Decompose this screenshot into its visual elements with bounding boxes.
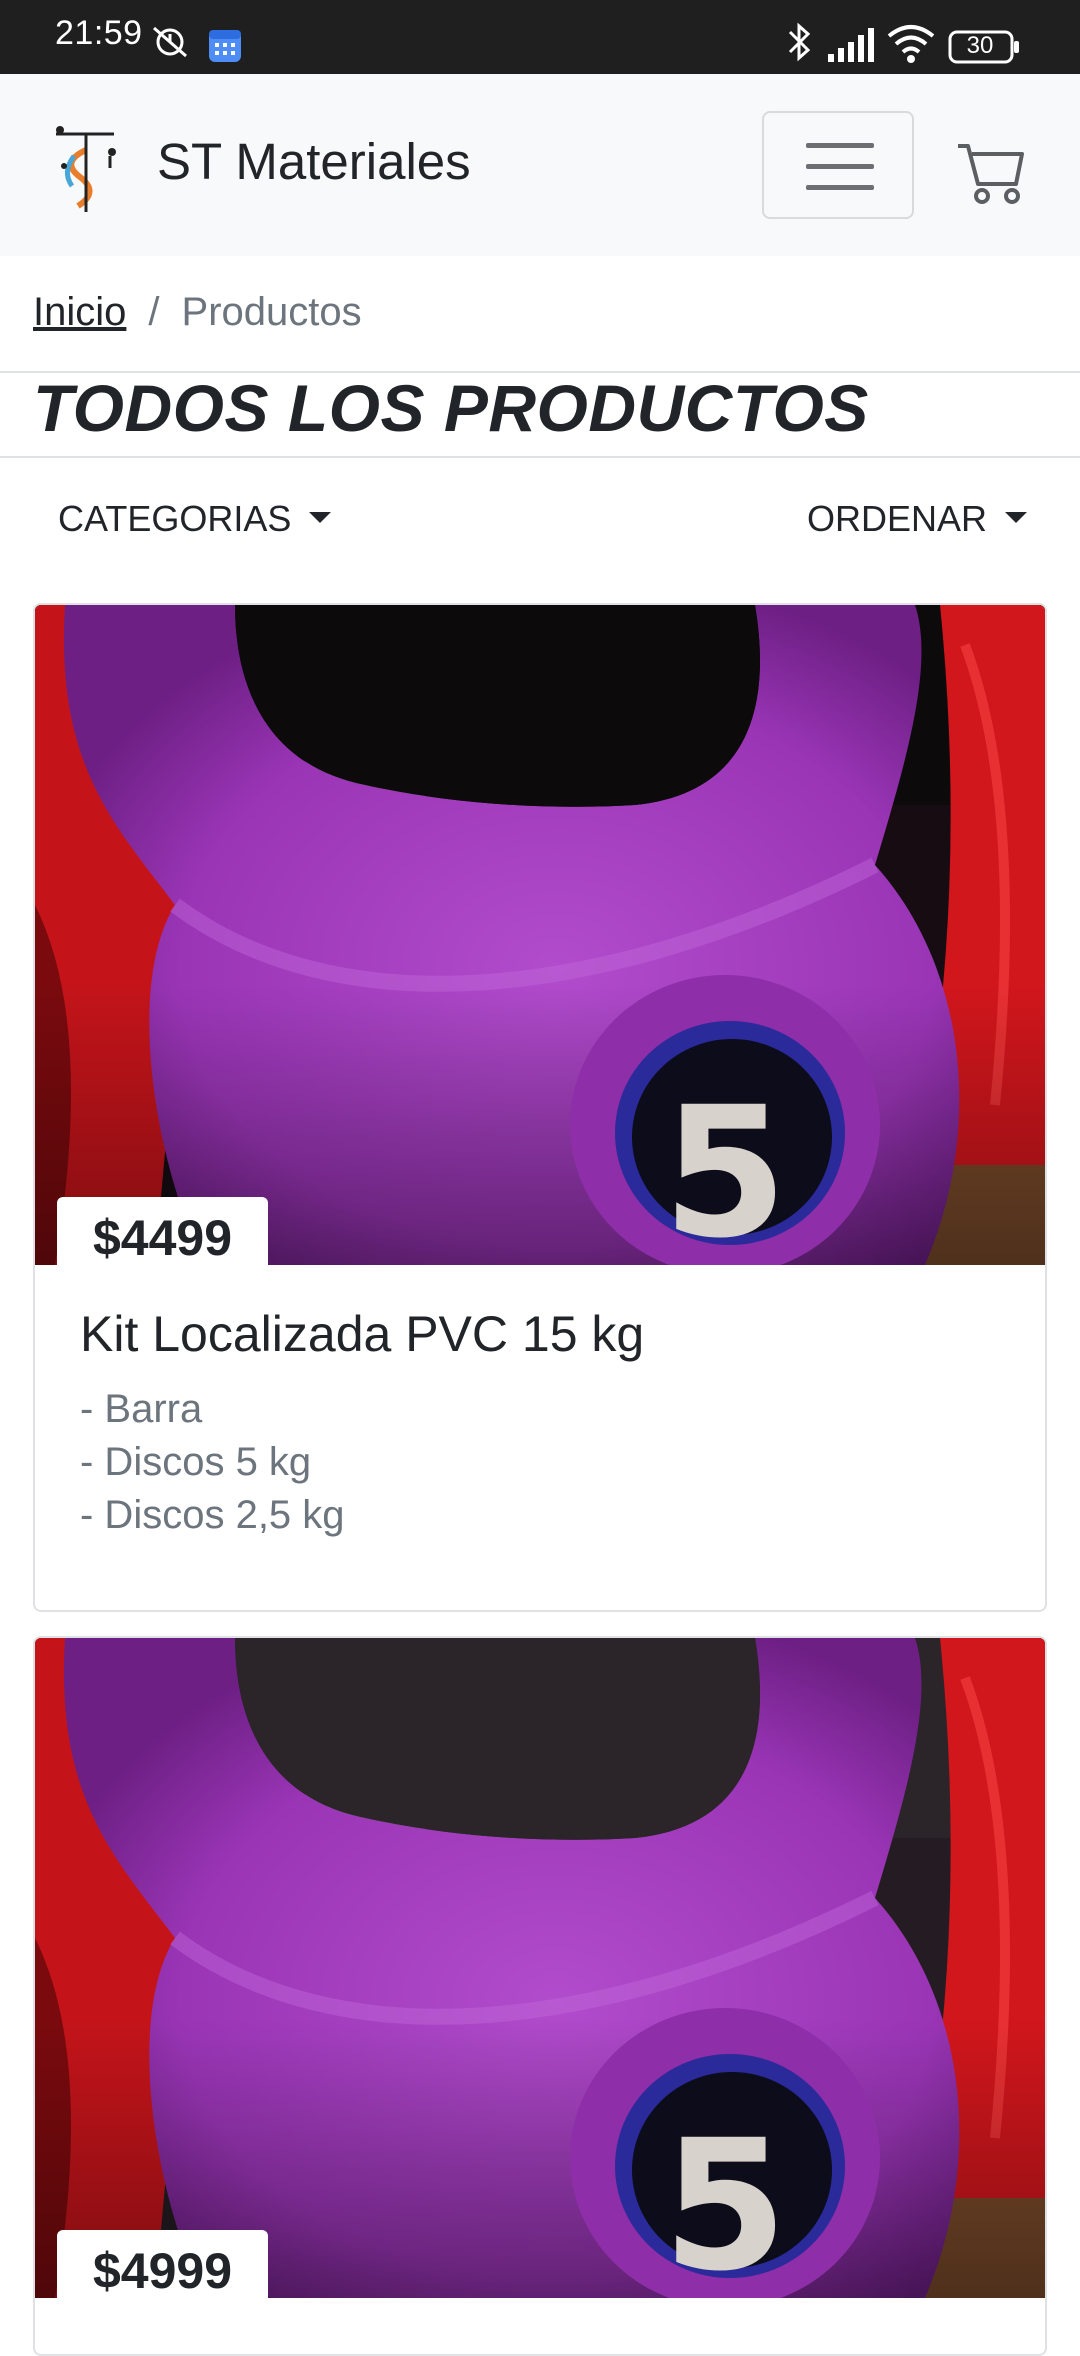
product-description: - Barra - Discos 5 kg - Discos 2,5 kg	[80, 1383, 345, 1542]
calendar-icon	[209, 30, 241, 62]
hamburger-menu-icon-bar	[806, 164, 874, 169]
signal-icon	[828, 28, 874, 62]
menu-toggle-button[interactable]	[762, 111, 914, 219]
categories-label: CATEGORIAS	[58, 498, 292, 539]
product-price: $4999	[57, 2230, 269, 2300]
status-bar: 21:59 30	[0, 0, 1080, 74]
hamburger-menu-icon-bar	[806, 185, 874, 190]
product-detail: - Barra	[80, 1387, 203, 1431]
product-price: $4499	[57, 1197, 269, 1267]
product-detail: - Discos 5 kg	[80, 1440, 312, 1484]
svg-text:5: 5	[662, 1069, 787, 1265]
sort-dropdown[interactable]: ORDENAR	[807, 498, 1028, 540]
alarm-off-icon	[153, 26, 187, 58]
st-materiales-logo[interactable]	[50, 122, 120, 212]
product-card[interactable]: 5 $4999	[33, 1636, 1047, 2356]
svg-text:5: 5	[662, 2102, 787, 2298]
product-detail: - Discos 2,5 kg	[80, 1493, 345, 1537]
wifi-icon	[887, 25, 935, 63]
brand-name[interactable]: ST Materiales	[157, 132, 471, 191]
sort-label: ORDENAR	[807, 498, 988, 539]
categories-dropdown[interactable]: CATEGORIAS	[58, 498, 332, 540]
page-title: TODOS LOS PRODUCTOS	[33, 371, 869, 445]
caret-down-icon	[309, 511, 332, 523]
breadcrumb-home-link[interactable]: Inicio	[33, 290, 126, 334]
breadcrumb-separator: /	[148, 290, 160, 334]
status-time: 21:59	[55, 14, 143, 52]
breadcrumb-current: Productos	[181, 290, 362, 334]
product-title[interactable]: Kit Localizada PVC 15 kg	[80, 1305, 644, 1363]
hamburger-menu-icon	[806, 143, 874, 148]
cart-icon[interactable]	[956, 140, 1026, 206]
product-card[interactable]: 5 $4499 Kit Localizada PVC 15 kg - Barra…	[33, 603, 1047, 1612]
bluetooth-icon	[788, 22, 811, 62]
battery-level: 30	[966, 32, 994, 59]
navbar: ST Materiales	[0, 74, 1080, 256]
caret-down-icon	[1005, 511, 1028, 523]
product-image[interactable]: 5	[35, 1638, 1045, 2298]
divider	[0, 456, 1080, 458]
product-image[interactable]: 5	[35, 605, 1045, 1265]
breadcrumb: Inicio / Productos	[33, 290, 362, 335]
